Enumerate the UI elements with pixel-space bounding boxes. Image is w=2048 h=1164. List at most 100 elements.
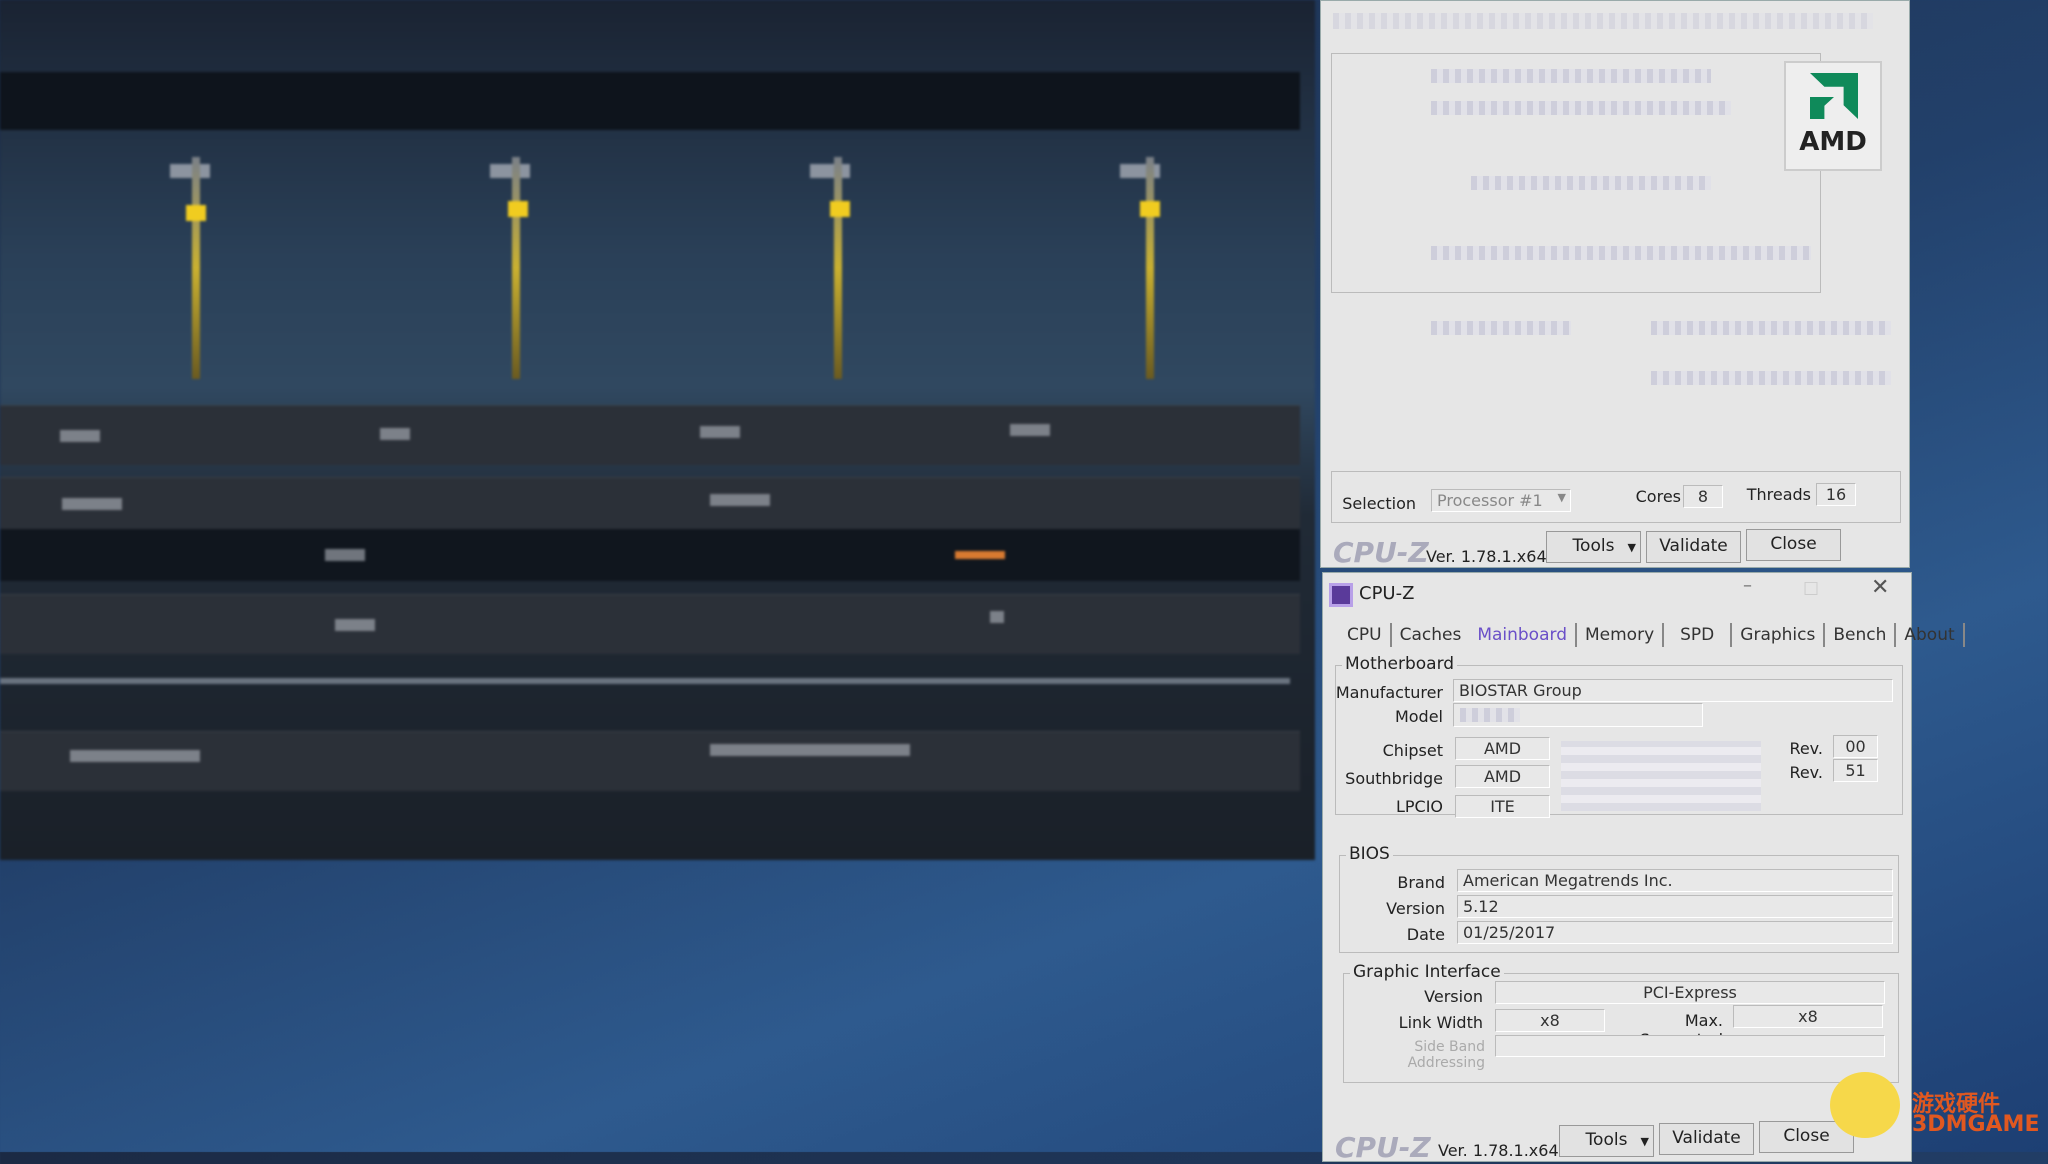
version-text: Ver. 1.78.1.x64 (1426, 547, 1547, 566)
model-value (1453, 703, 1703, 727)
gi-version-value: PCI-Express (1495, 981, 1885, 1004)
processor-select[interactable]: Processor #1 ▼ (1431, 489, 1571, 512)
group-title: Motherboard (1342, 654, 1457, 674)
close-button[interactable]: Close (1746, 529, 1841, 561)
tab-mainboard[interactable]: Mainboard (1469, 623, 1577, 647)
sideband-value (1495, 1035, 1885, 1057)
chipset-label: Chipset (1323, 741, 1443, 760)
bios-version-value: 5.12 (1457, 895, 1893, 918)
setting-row[interactable] (0, 477, 1300, 529)
mosaic-field (1431, 101, 1731, 115)
tab-caches[interactable]: Caches (1392, 623, 1470, 647)
bios-brand-label: Brand (1323, 873, 1445, 892)
link-width-label: Link Width (1363, 1013, 1483, 1032)
tab-bar: CPU Caches Mainboard Memory SPD Graphics… (1339, 623, 1965, 647)
southbridge-value: AMD (1455, 765, 1550, 788)
setting-row[interactable] (0, 731, 1300, 791)
mosaic-chipset-model (1561, 741, 1761, 811)
validate-button[interactable]: Validate (1659, 1123, 1754, 1155)
chipset-value: AMD (1455, 737, 1550, 760)
amd-logo-text: AMD (1786, 127, 1880, 157)
slider-thumb[interactable] (1140, 201, 1160, 217)
threads-value: 16 (1816, 483, 1856, 506)
cpuz-app-icon (1329, 583, 1353, 607)
maximize-button[interactable]: ☐ (1803, 579, 1819, 600)
mosaic-tabs[interactable] (1333, 13, 1873, 29)
validate-button[interactable]: Validate (1646, 531, 1741, 563)
chipset-rev-value: 00 (1833, 735, 1878, 758)
column-label (170, 164, 210, 178)
watermark-en: 3DMGAME (1912, 1112, 2039, 1137)
close-window-button[interactable]: ✕ (1871, 575, 1889, 600)
setting-row[interactable] (0, 594, 1300, 654)
selection-label: Selection (1341, 494, 1416, 513)
cpuz-logo: CPU-Z (1333, 536, 1429, 569)
cores-value: 8 (1683, 485, 1723, 508)
tab-about[interactable]: About (1896, 623, 1964, 647)
mosaic-field (1431, 321, 1571, 335)
slider-track[interactable] (834, 157, 842, 379)
max-supported-value: x8 (1733, 1005, 1883, 1028)
group-title: Graphic Interface (1350, 962, 1504, 982)
chevron-down-icon: ▼ (1641, 1135, 1649, 1148)
sideband-label: Side Band Addressing (1335, 1039, 1485, 1071)
column-header-bar (0, 72, 1300, 130)
manufacturer-value: BIOSTAR Group (1453, 679, 1893, 702)
tools-label: Tools (1573, 536, 1615, 556)
section-header (0, 529, 1300, 581)
divider (0, 678, 1290, 684)
link-width-value: x8 (1495, 1009, 1605, 1032)
group-title: BIOS (1346, 844, 1393, 864)
mosaic-field (1471, 176, 1711, 190)
tab-memory[interactable]: Memory (1577, 623, 1664, 647)
blurred-app-panel (0, 0, 1315, 860)
southbridge-label: Southbridge (1323, 769, 1443, 788)
column-label (490, 164, 530, 178)
mosaic-field (1651, 321, 1891, 335)
tab-graphics[interactable]: Graphics (1732, 623, 1825, 647)
slider-thumb[interactable] (186, 205, 206, 221)
southbridge-rev-value: 51 (1833, 759, 1878, 782)
bios-brand-value: American Megatrends Inc. (1457, 869, 1893, 892)
chevron-down-icon: ▼ (1628, 541, 1636, 554)
chipset-rev-label: Rev. (1763, 739, 1823, 758)
lpcio-label: LPCIO (1323, 797, 1443, 816)
slider-track[interactable] (1146, 157, 1154, 379)
tab-cpu[interactable]: CPU (1339, 623, 1392, 647)
mascot-icon (1830, 1072, 1900, 1138)
southbridge-rev-label: Rev. (1763, 763, 1823, 782)
setting-row[interactable] (0, 405, 1300, 465)
cpuz-cpu-window: AMD Selection Processor #1 ▼ Cores 8 Thre… (1320, 0, 1910, 568)
tools-button[interactable]: Tools ▼ (1546, 531, 1641, 563)
window-title: CPU-Z (1359, 583, 1414, 604)
cpuz-logo: CPU-Z (1335, 1131, 1431, 1164)
slider-thumb[interactable] (830, 201, 850, 217)
gi-version-label: Version (1363, 987, 1483, 1006)
slider-track[interactable] (192, 157, 200, 379)
minimize-button[interactable]: – (1743, 575, 1752, 596)
threads-label: Threads (1736, 485, 1811, 504)
amd-logo: AMD (1784, 61, 1882, 171)
cpuz-mainboard-window: CPU-Z – ☐ ✕ CPU Caches Mainboard Memory … (1322, 572, 1912, 1162)
tab-bar (1333, 13, 1893, 35)
tools-button[interactable]: Tools ▼ (1559, 1125, 1654, 1157)
mosaic-field (1431, 69, 1711, 83)
bios-version-label: Version (1323, 899, 1445, 918)
bios-date-value: 01/25/2017 (1457, 921, 1893, 944)
column-label (810, 164, 850, 178)
processor-select-value: Processor #1 (1437, 491, 1543, 510)
tools-label: Tools (1586, 1130, 1628, 1150)
version-text: Ver. 1.78.1.x64 (1438, 1141, 1559, 1160)
slider-track[interactable] (512, 157, 520, 379)
chevron-down-icon: ▼ (1558, 491, 1566, 504)
mosaic-field (1431, 246, 1811, 260)
tab-spd[interactable]: SPD (1664, 623, 1732, 647)
manufacturer-label: Manufacturer (1323, 683, 1443, 702)
cores-label: Cores (1611, 487, 1681, 506)
model-label: Model (1323, 707, 1443, 726)
tab-bench[interactable]: Bench (1825, 623, 1896, 647)
slider-thumb[interactable] (508, 201, 528, 217)
mosaic-field (1651, 371, 1891, 385)
lpcio-value: ITE (1455, 795, 1550, 818)
bios-date-label: Date (1323, 925, 1445, 944)
